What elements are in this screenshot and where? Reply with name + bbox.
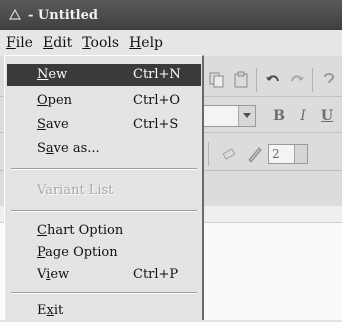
line-width-spinner[interactable]: 2 — [268, 144, 308, 164]
menu-separator — [11, 210, 197, 212]
menu-item-exit[interactable]: Exit — [7, 300, 201, 322]
eraser-icon[interactable] — [218, 143, 240, 165]
menu-item-view[interactable]: View Ctrl+P — [7, 264, 201, 286]
app-icon[interactable] — [8, 8, 22, 22]
window-title: - Untitled — [28, 7, 98, 23]
redo-icon[interactable] — [286, 69, 308, 91]
copy-icon[interactable] — [206, 69, 228, 91]
menu-item-save-as[interactable]: Save as... — [7, 138, 201, 160]
menu-item-save[interactable]: Save Ctrl+S — [7, 114, 201, 136]
menu-bar: File Edit Tools Help — [0, 30, 342, 56]
help-icon[interactable] — [318, 69, 340, 91]
menu-help[interactable]: Help — [125, 30, 167, 56]
chevron-down-icon[interactable] — [238, 106, 255, 126]
menu-edit[interactable]: Edit — [39, 30, 76, 56]
paste-icon[interactable] — [230, 69, 252, 91]
menu-item-new[interactable]: New Ctrl+N — [7, 64, 201, 86]
italic-button[interactable]: I — [292, 105, 314, 127]
underline-button[interactable]: U — [316, 105, 338, 127]
undo-icon[interactable] — [262, 69, 284, 91]
menu-item-open[interactable]: Open Ctrl+O — [7, 90, 201, 112]
menu-item-chart-option[interactable]: Chart Option — [7, 220, 201, 242]
menu-file[interactable]: File — [2, 30, 37, 56]
bold-button[interactable]: B — [268, 105, 290, 127]
menu-item-page-option[interactable]: Page Option — [7, 242, 201, 264]
title-bar: - Untitled — [0, 0, 342, 30]
menu-separator — [11, 168, 197, 170]
file-menu-dropdown: New Ctrl+N Open Ctrl+O Save Ctrl+S Save … — [4, 55, 204, 320]
menu-separator — [11, 292, 197, 294]
spinner-arrows-icon[interactable] — [294, 145, 307, 163]
menu-tools[interactable]: Tools — [78, 30, 123, 56]
pen-icon[interactable] — [244, 143, 266, 165]
menu-item-variant-list: Variant List — [37, 183, 114, 198]
